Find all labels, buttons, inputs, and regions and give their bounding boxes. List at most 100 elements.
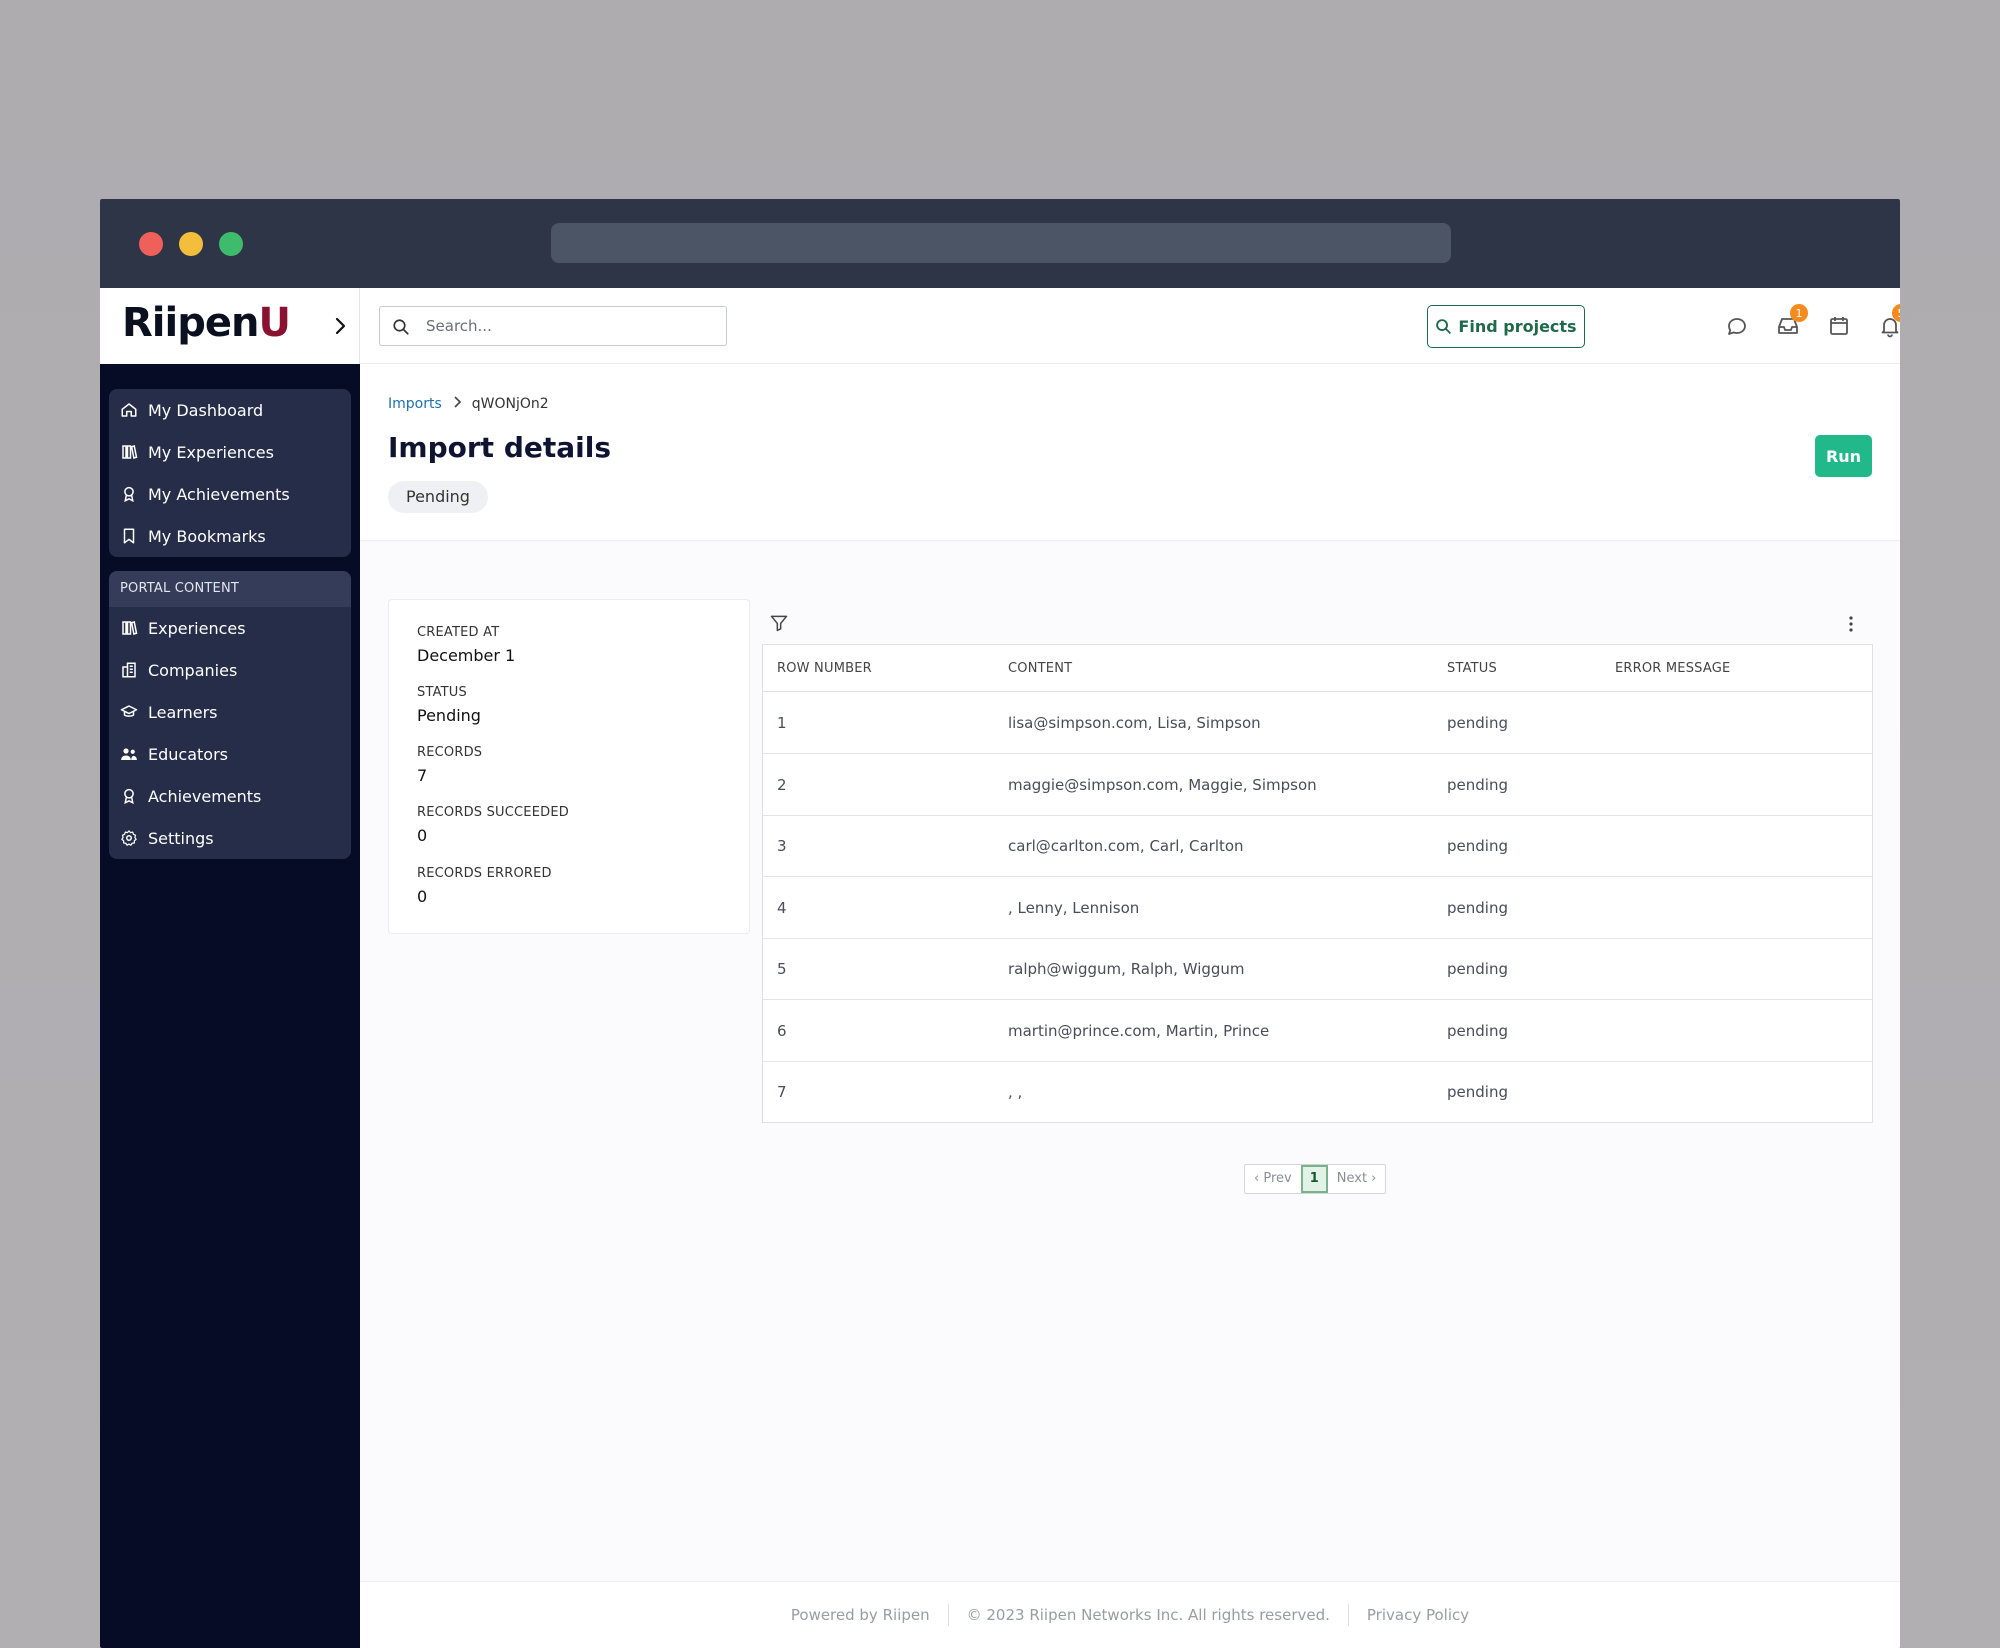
award-icon xyxy=(120,787,138,805)
sidebar: RiipenU My Dashboard My Experiences My A… xyxy=(100,288,360,1648)
find-projects-button[interactable]: Find projects xyxy=(1427,305,1585,348)
calendar-icon[interactable] xyxy=(1827,314,1851,338)
chevron-right-icon xyxy=(452,396,462,412)
records-errored-value: 0 xyxy=(417,887,428,906)
cell-content: ralph@wiggum, Ralph, Wiggum xyxy=(1008,960,1245,978)
main-content: Imports qWONjOn2 Import details Pending … xyxy=(360,364,1900,1648)
chat-bubble-icon[interactable] xyxy=(1725,314,1749,338)
chevron-right-icon[interactable] xyxy=(328,314,352,338)
page-title: Import details xyxy=(388,431,611,464)
search-box xyxy=(379,306,727,346)
table-row[interactable]: 1 lisa@simpson.com, Lisa, Simpson pending xyxy=(763,693,1872,754)
cell-content: lisa@simpson.com, Lisa, Simpson xyxy=(1008,714,1261,732)
records-errored-label: RECORDS ERRORED xyxy=(417,866,552,881)
riipenu-logo[interactable]: RiipenU xyxy=(122,300,291,346)
table-row[interactable]: 4 , Lenny, Lennison pending xyxy=(763,878,1872,939)
top-bar: Find projects 1 5 xyxy=(360,288,1900,364)
sidebar-item-settings[interactable]: Settings xyxy=(109,817,351,859)
cell-status: pending xyxy=(1447,1021,1508,1040)
sidebar-item-my-experiences[interactable]: My Experiences xyxy=(109,431,351,473)
books-icon xyxy=(120,619,138,637)
table-row[interactable]: 7 , , pending xyxy=(763,1062,1872,1123)
address-bar[interactable] xyxy=(551,223,1451,263)
portal-content-heading: PORTAL CONTENT xyxy=(109,571,351,607)
cell-row-number: 1 xyxy=(777,714,787,732)
brand-header: RiipenU xyxy=(100,288,360,364)
status-badge: Pending xyxy=(388,481,488,513)
breadcrumb: Imports qWONjOn2 xyxy=(388,396,549,412)
sidebar-item-educators[interactable]: Educators xyxy=(109,733,351,775)
prev-page-button[interactable]: ‹ Prev xyxy=(1245,1165,1301,1193)
next-page-button[interactable]: Next › xyxy=(1328,1165,1386,1193)
sidebar-item-label: Experiences xyxy=(148,618,246,638)
search-input[interactable] xyxy=(424,315,714,337)
table-row[interactable]: 3 carl@carlton.com, Carl, Carlton pending xyxy=(763,816,1872,877)
inbox-badge: 1 xyxy=(1790,304,1808,322)
records-succeeded-label: RECORDS SUCCEEDED xyxy=(417,805,569,820)
cell-status: pending xyxy=(1447,837,1508,855)
breadcrumb-current: qWONjOn2 xyxy=(471,396,549,412)
cell-row-number: 6 xyxy=(777,1021,787,1040)
cell-row-number: 2 xyxy=(777,775,787,794)
cell-row-number: 3 xyxy=(777,837,787,855)
inbox-icon[interactable]: 1 xyxy=(1776,304,1808,338)
sidebar-item-experiences[interactable]: Experiences xyxy=(109,607,351,649)
sidebar-item-my-dashboard[interactable]: My Dashboard xyxy=(109,389,351,431)
sidebar-item-companies[interactable]: Companies xyxy=(109,649,351,691)
footer: Powered by Riipen © 2023 Riipen Networks… xyxy=(360,1581,1900,1648)
cell-content: maggie@simpson.com, Maggie, Simpson xyxy=(1008,775,1317,794)
filter-icon[interactable] xyxy=(769,613,789,637)
page-header: Imports qWONjOn2 Import details Pending … xyxy=(360,364,1900,541)
records-succeeded-value: 0 xyxy=(417,826,428,845)
cell-content: carl@carlton.com, Carl, Carlton xyxy=(1008,837,1244,855)
search-icon xyxy=(1436,319,1452,334)
created-at-label: CREATED AT xyxy=(417,625,500,640)
status-value: Pending xyxy=(417,706,481,725)
column-header-row-number[interactable]: ROW NUMBER xyxy=(777,661,872,676)
award-icon xyxy=(120,485,138,503)
cell-status: pending xyxy=(1447,1083,1508,1101)
created-at-value: December 1 xyxy=(417,646,516,665)
privacy-policy-link[interactable]: Privacy Policy xyxy=(1349,1606,1487,1624)
maximize-window-button[interactable] xyxy=(219,232,243,256)
building-icon xyxy=(120,661,138,679)
sidebar-item-label: Educators xyxy=(148,744,228,764)
sidebar-item-label: Achievements xyxy=(148,786,262,806)
table-header: ROW NUMBER CONTENT STATUS ERROR MESSAGE xyxy=(763,645,1872,692)
browser-window: RiipenU My Dashboard My Experiences My A… xyxy=(100,199,1900,1648)
sidebar-item-my-achievements[interactable]: My Achievements xyxy=(109,473,351,515)
more-options-icon[interactable] xyxy=(1848,614,1854,638)
status-label: STATUS xyxy=(417,685,467,700)
cell-status: pending xyxy=(1447,775,1508,794)
browser-titlebar xyxy=(100,199,1900,288)
home-icon xyxy=(120,401,138,419)
sidebar-item-learners[interactable]: Learners xyxy=(109,691,351,733)
column-header-status[interactable]: STATUS xyxy=(1447,661,1497,676)
column-header-content[interactable]: CONTENT xyxy=(1008,661,1072,676)
column-header-error-message[interactable]: ERROR MESSAGE xyxy=(1615,661,1730,676)
table-row[interactable]: 5 ralph@wiggum, Ralph, Wiggum pending xyxy=(763,939,1872,1000)
personal-nav: My Dashboard My Experiences My Achieveme… xyxy=(109,389,351,557)
search-icon xyxy=(393,319,409,335)
records-label: RECORDS xyxy=(417,745,483,760)
run-button[interactable]: Run xyxy=(1815,435,1872,477)
bell-icon[interactable]: 5 xyxy=(1878,304,1900,338)
cell-content: , Lenny, Lennison xyxy=(1008,898,1140,917)
table-row[interactable]: 2 maggie@simpson.com, Maggie, Simpson pend… xyxy=(763,755,1872,816)
cell-status: pending xyxy=(1447,714,1508,732)
page-1-button[interactable]: 1 xyxy=(1300,1165,1328,1193)
close-window-button[interactable] xyxy=(139,232,163,256)
sidebar-item-achievements[interactable]: Achievements xyxy=(109,775,351,817)
powered-by-text: Powered by Riipen xyxy=(790,1606,930,1624)
breadcrumb-imports-link[interactable]: Imports xyxy=(388,396,442,412)
find-projects-label: Find projects xyxy=(1458,317,1577,336)
cell-content: martin@prince.com, Martin, Prince xyxy=(1008,1021,1270,1040)
table-row[interactable]: 6 martin@prince.com, Martin, Prince pendin… xyxy=(763,1001,1872,1062)
portal-nav: PORTAL CONTENT Experiences Companies Lea… xyxy=(109,571,351,859)
sidebar-item-my-bookmarks[interactable]: My Bookmarks xyxy=(109,515,351,557)
minimize-window-button[interactable] xyxy=(179,232,203,256)
bookmark-icon xyxy=(120,527,138,545)
sidebar-item-label: Learners xyxy=(148,702,218,722)
sidebar-item-label: My Achievements xyxy=(148,484,290,504)
records-value: 7 xyxy=(417,766,428,785)
